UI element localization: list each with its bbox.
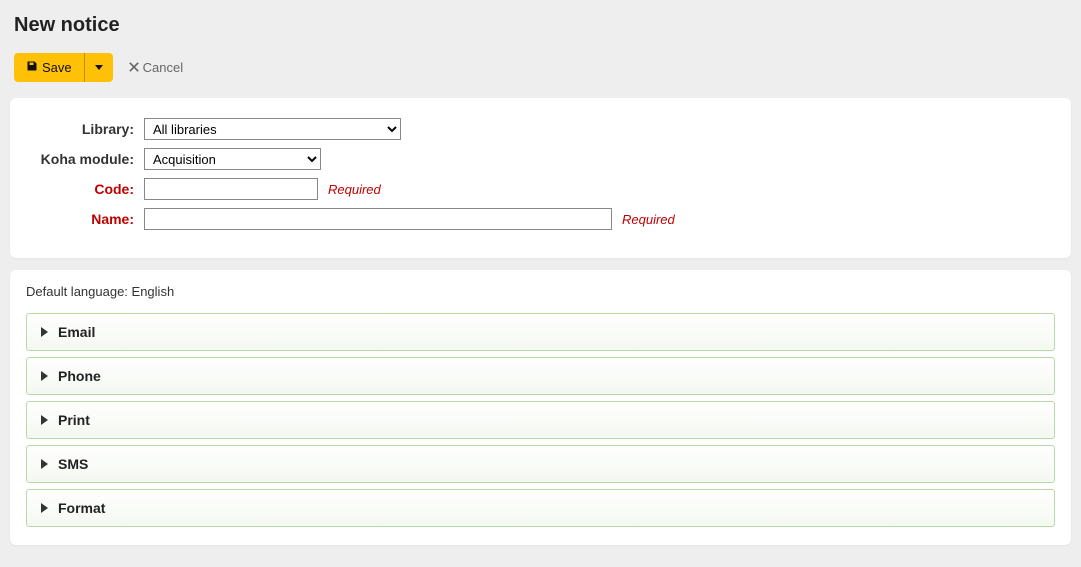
save-dropdown-button[interactable] [84, 53, 113, 82]
cancel-button-label: Cancel [143, 60, 183, 75]
default-language-value: English [132, 284, 175, 299]
accordion-item-label: SMS [58, 456, 88, 472]
caret-down-icon [95, 65, 103, 70]
library-select[interactable]: All libraries [144, 118, 401, 140]
code-label: Code: [34, 181, 144, 197]
accordion: Email Phone Print SMS Format [26, 313, 1055, 527]
default-language-prefix: Default language: [26, 284, 132, 299]
module-select[interactable]: Acquisition [144, 148, 321, 170]
caret-right-icon [41, 459, 48, 469]
default-language-line: Default language: English [26, 284, 1055, 299]
code-required-text: Required [328, 182, 381, 197]
save-button[interactable]: Save [14, 53, 84, 82]
save-button-group: Save [14, 53, 113, 82]
accordion-item-sms[interactable]: SMS [26, 445, 1055, 483]
caret-right-icon [41, 503, 48, 513]
code-input[interactable] [144, 178, 318, 200]
name-label: Name: [34, 211, 144, 227]
close-icon [129, 60, 139, 75]
accordion-item-label: Phone [58, 368, 101, 384]
name-required-text: Required [622, 212, 675, 227]
library-label: Library: [34, 121, 144, 137]
caret-right-icon [41, 371, 48, 381]
module-row: Koha module: Acquisition [34, 148, 1047, 170]
accordion-item-email[interactable]: Email [26, 313, 1055, 351]
accordion-card: Default language: English Email Phone Pr… [10, 270, 1071, 545]
code-row: Code: Required [34, 178, 1047, 200]
toolbar: Save Cancel [14, 53, 1071, 82]
page-title: New notice [14, 14, 1071, 37]
accordion-item-phone[interactable]: Phone [26, 357, 1055, 395]
accordion-item-format[interactable]: Format [26, 489, 1055, 527]
save-button-label: Save [42, 60, 72, 75]
accordion-item-label: Print [58, 412, 90, 428]
cancel-button[interactable]: Cancel [123, 59, 189, 76]
module-label: Koha module: [34, 151, 144, 167]
caret-right-icon [41, 327, 48, 337]
library-row: Library: All libraries [34, 118, 1047, 140]
form-card: Library: All libraries Koha module: Acqu… [10, 98, 1071, 258]
caret-right-icon [41, 415, 48, 425]
accordion-item-label: Email [58, 324, 95, 340]
accordion-item-label: Format [58, 500, 105, 516]
name-input[interactable] [144, 208, 612, 230]
accordion-item-print[interactable]: Print [26, 401, 1055, 439]
save-icon [26, 60, 38, 75]
name-row: Name: Required [34, 208, 1047, 230]
